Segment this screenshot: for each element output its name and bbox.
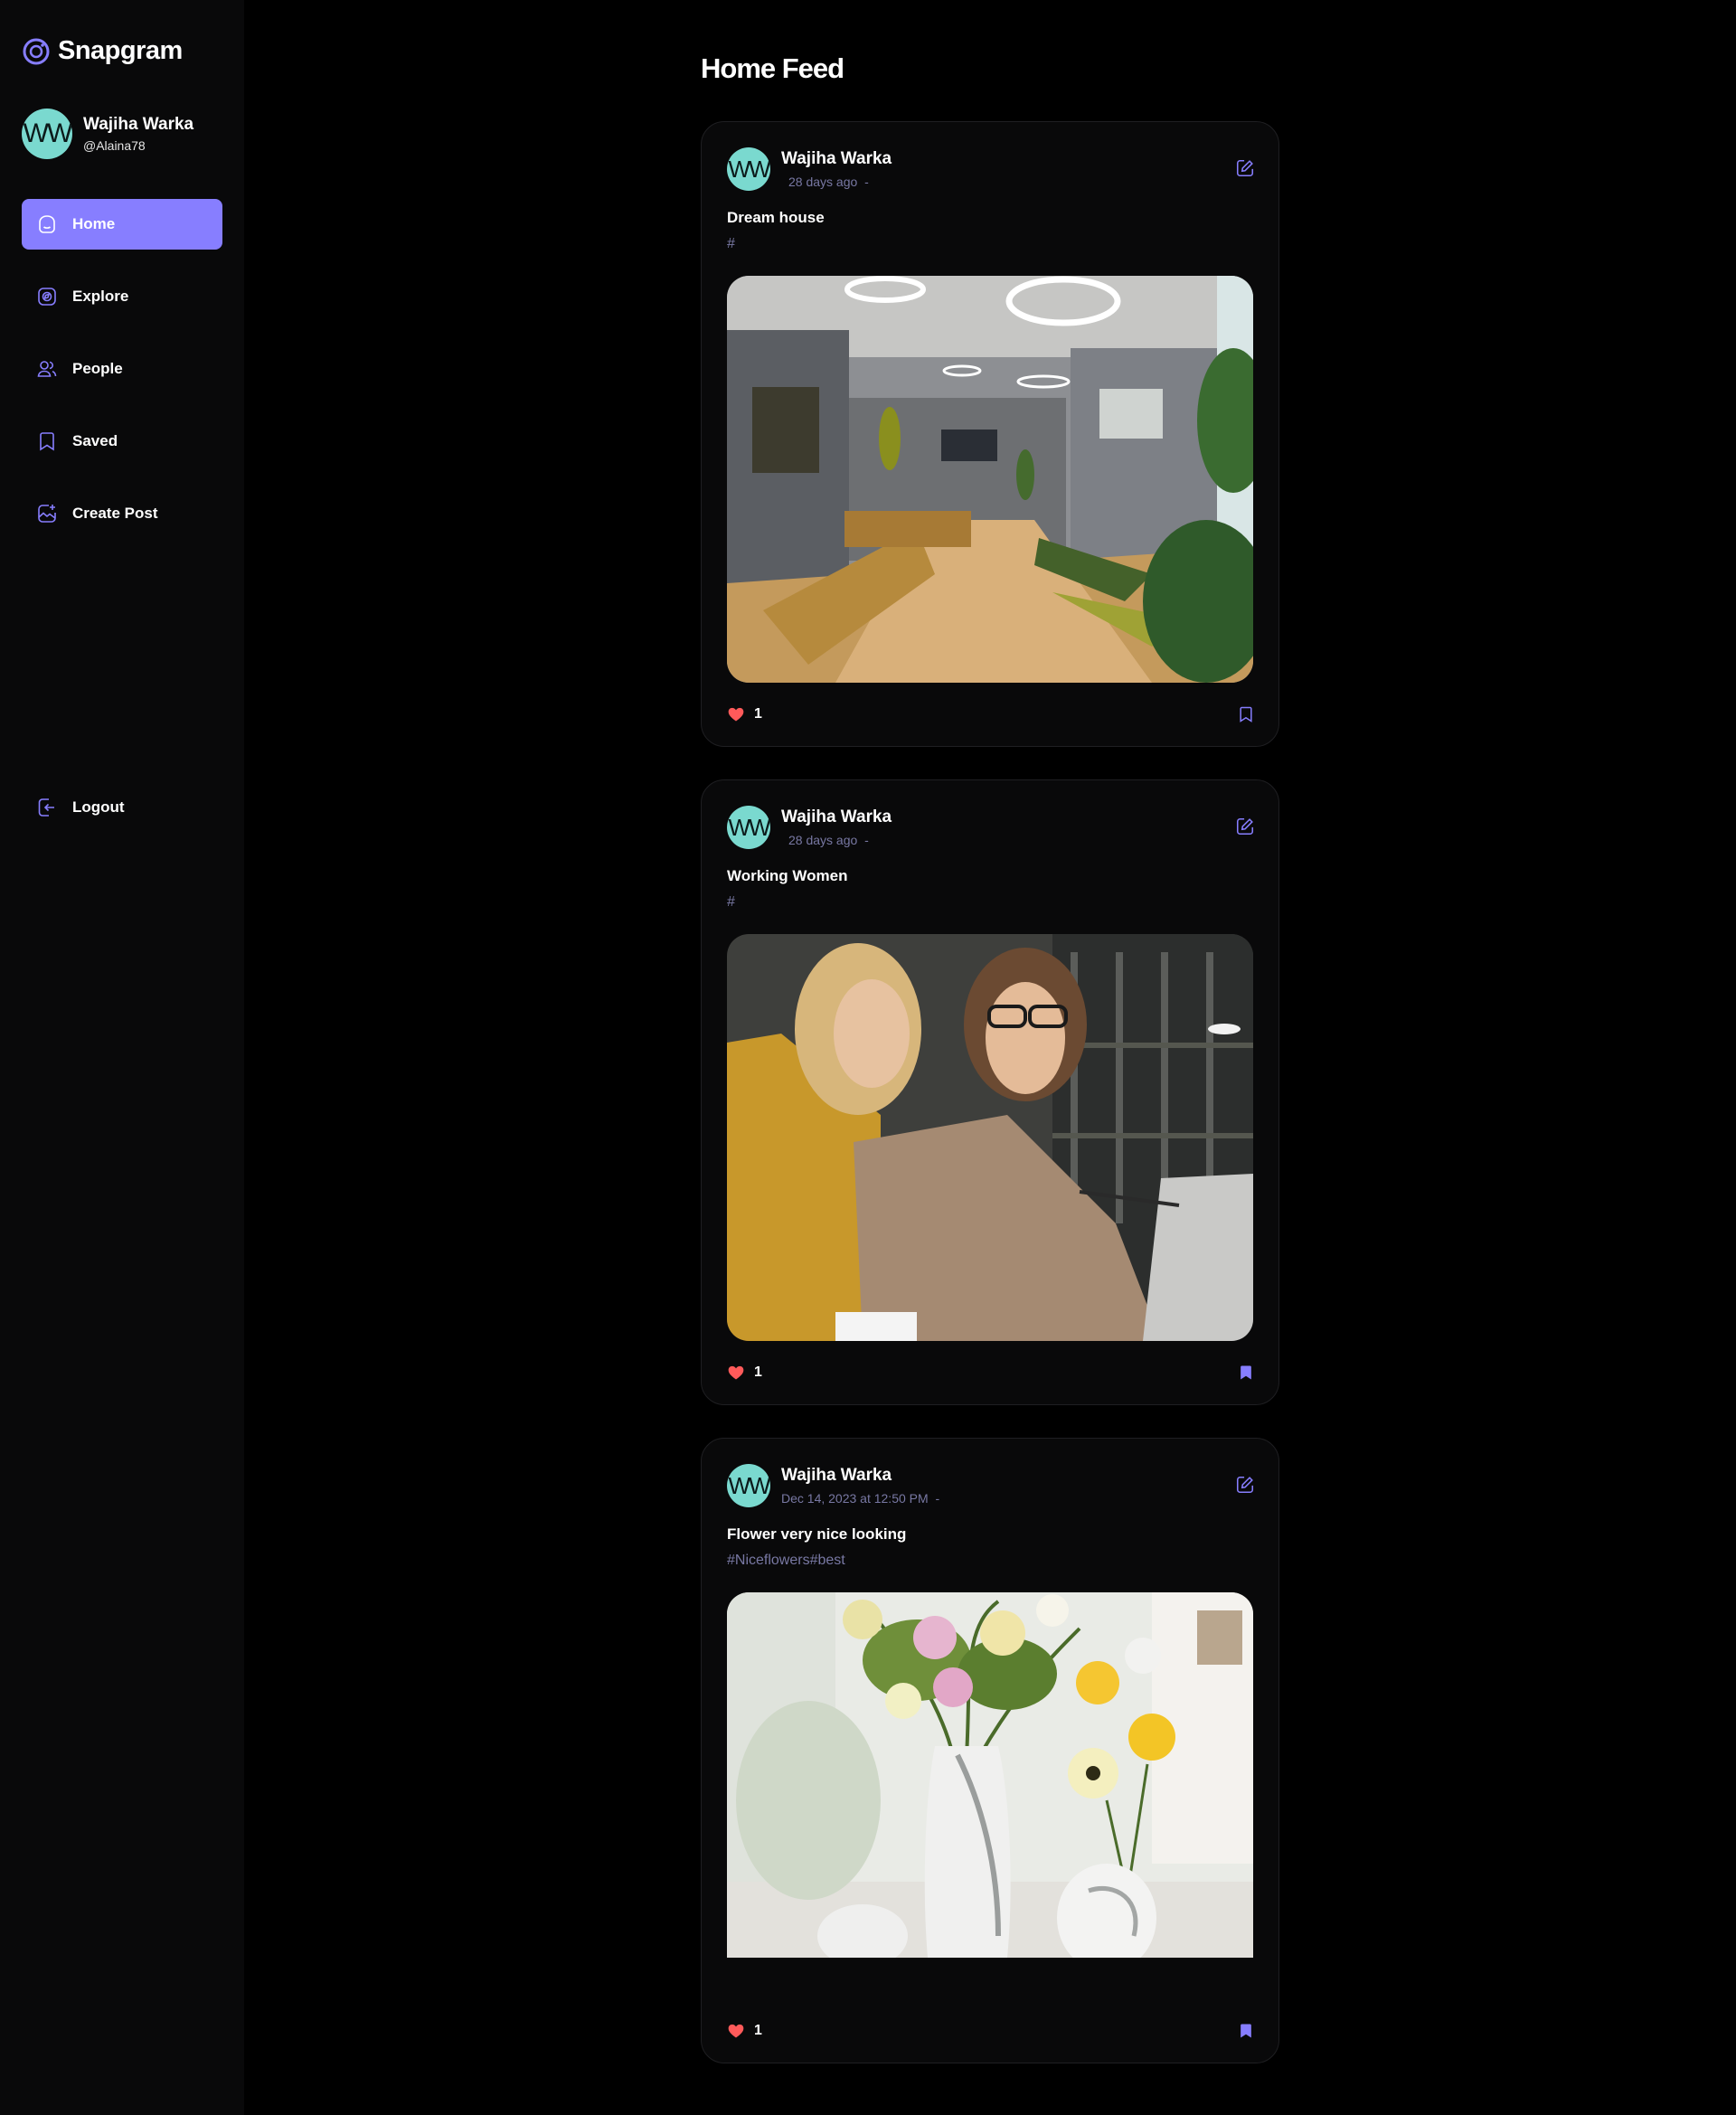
- sidebar-item-label: Saved: [72, 432, 118, 449]
- living-room-photo[interactable]: [727, 276, 1253, 683]
- avatar: WW: [727, 806, 770, 849]
- post-time: 28 days ago: [788, 833, 858, 847]
- explore-icon: [38, 288, 56, 306]
- bookmark-icon: [40, 432, 54, 451]
- people-icon: [37, 361, 57, 377]
- post-tags[interactable]: #Niceflowers#best: [727, 1553, 845, 1569]
- logo-icon: [23, 38, 50, 64]
- page-title: Home Feed: [701, 52, 844, 84]
- like-count: 1: [754, 706, 762, 722]
- user-profile[interactable]: WW Wajiha Warka @Alaina78: [22, 109, 193, 159]
- edit-icon[interactable]: [1235, 1475, 1255, 1495]
- logout-icon: [38, 798, 54, 817]
- post-time: 28 days ago: [788, 175, 858, 189]
- post-caption: Dream house: [727, 209, 825, 226]
- like-icon[interactable]: [727, 2022, 745, 2040]
- post-location: -: [864, 175, 869, 189]
- create-post-icon: [38, 505, 56, 523]
- like-count: 1: [754, 1364, 762, 1380]
- app-logo[interactable]: Snapgram: [22, 36, 183, 66]
- post-card: WW Wajiha Warka Dec 14, 2023 at 12:50 PM…: [701, 1438, 1279, 2063]
- post-tags[interactable]: #: [727, 236, 735, 252]
- logout-button[interactable]: Logout: [22, 782, 222, 833]
- post-caption: Flower very nice looking: [727, 1525, 907, 1543]
- post-tags[interactable]: #: [727, 894, 735, 911]
- bookmark-filled-icon[interactable]: [1237, 1364, 1255, 1382]
- sidebar-item-saved[interactable]: Saved: [22, 416, 222, 467]
- post-header[interactable]: WW Wajiha Warka Dec 14, 2023 at 12:50 PM…: [727, 1464, 939, 1507]
- sidebar-item-home[interactable]: Home: [22, 199, 222, 250]
- app-name: Snapgram: [58, 36, 183, 65]
- post-meta: 28 days ago -: [781, 175, 892, 189]
- post-meta: 28 days ago -: [781, 833, 892, 847]
- flowers-vase-photo[interactable]: [727, 1592, 1253, 1958]
- like-count: 1: [754, 2023, 762, 2038]
- bookmark-icon[interactable]: [1237, 705, 1255, 723]
- sidebar-item-label: People: [72, 360, 123, 377]
- sidebar-item-people[interactable]: People: [22, 344, 222, 394]
- post-location: -: [864, 833, 869, 847]
- working-women-photo[interactable]: [727, 934, 1253, 1341]
- sidebar-nav: Home Explore People Saved Create Post: [22, 199, 222, 561]
- avatar: WW: [22, 109, 72, 159]
- post-card: WW Wajiha Warka 28 days ago - Dream hous…: [701, 121, 1279, 747]
- like-icon[interactable]: [727, 705, 745, 723]
- sidebar-item-label: Home: [72, 215, 116, 232]
- post-meta: Dec 14, 2023 at 12:50 PM -: [781, 1491, 939, 1506]
- sidebar-item-label: Create Post: [72, 505, 158, 522]
- sidebar-item-create-post[interactable]: Create Post: [22, 488, 222, 539]
- post-stats: 1: [727, 2022, 762, 2040]
- post-author: Wajiha Warka: [781, 1466, 892, 1485]
- sidebar: Snapgram WW Wajiha Warka @Alaina78 Home …: [0, 0, 244, 2115]
- post-stats: 1: [727, 1364, 762, 1382]
- sidebar-item-label: Explore: [72, 288, 129, 305]
- avatar: WW: [727, 147, 770, 191]
- edit-icon[interactable]: [1235, 817, 1255, 836]
- logout-area: Logout: [22, 782, 222, 854]
- sidebar-item-explore[interactable]: Explore: [22, 271, 222, 322]
- like-icon[interactable]: [727, 1364, 745, 1382]
- post-header[interactable]: WW Wajiha Warka 28 days ago -: [727, 147, 892, 191]
- post-author: Wajiha Warka: [781, 807, 892, 826]
- user-name: Wajiha Warka: [83, 115, 194, 134]
- post-caption: Working Women: [727, 867, 848, 884]
- edit-icon[interactable]: [1235, 158, 1255, 178]
- post-header[interactable]: WW Wajiha Warka 28 days ago -: [727, 806, 892, 849]
- post-stats: 1: [727, 705, 762, 723]
- post-location: -: [935, 1491, 940, 1506]
- logout-label: Logout: [72, 798, 125, 816]
- user-handle: @Alaina78: [83, 138, 146, 153]
- post-card: WW Wajiha Warka 28 days ago - Working Wo…: [701, 779, 1279, 1405]
- home-icon: [39, 215, 55, 233]
- bookmark-filled-icon[interactable]: [1237, 2022, 1255, 2040]
- post-author: Wajiha Warka: [781, 149, 892, 168]
- avatar: WW: [727, 1464, 770, 1507]
- post-time: Dec 14, 2023 at 12:50 PM: [781, 1491, 929, 1506]
